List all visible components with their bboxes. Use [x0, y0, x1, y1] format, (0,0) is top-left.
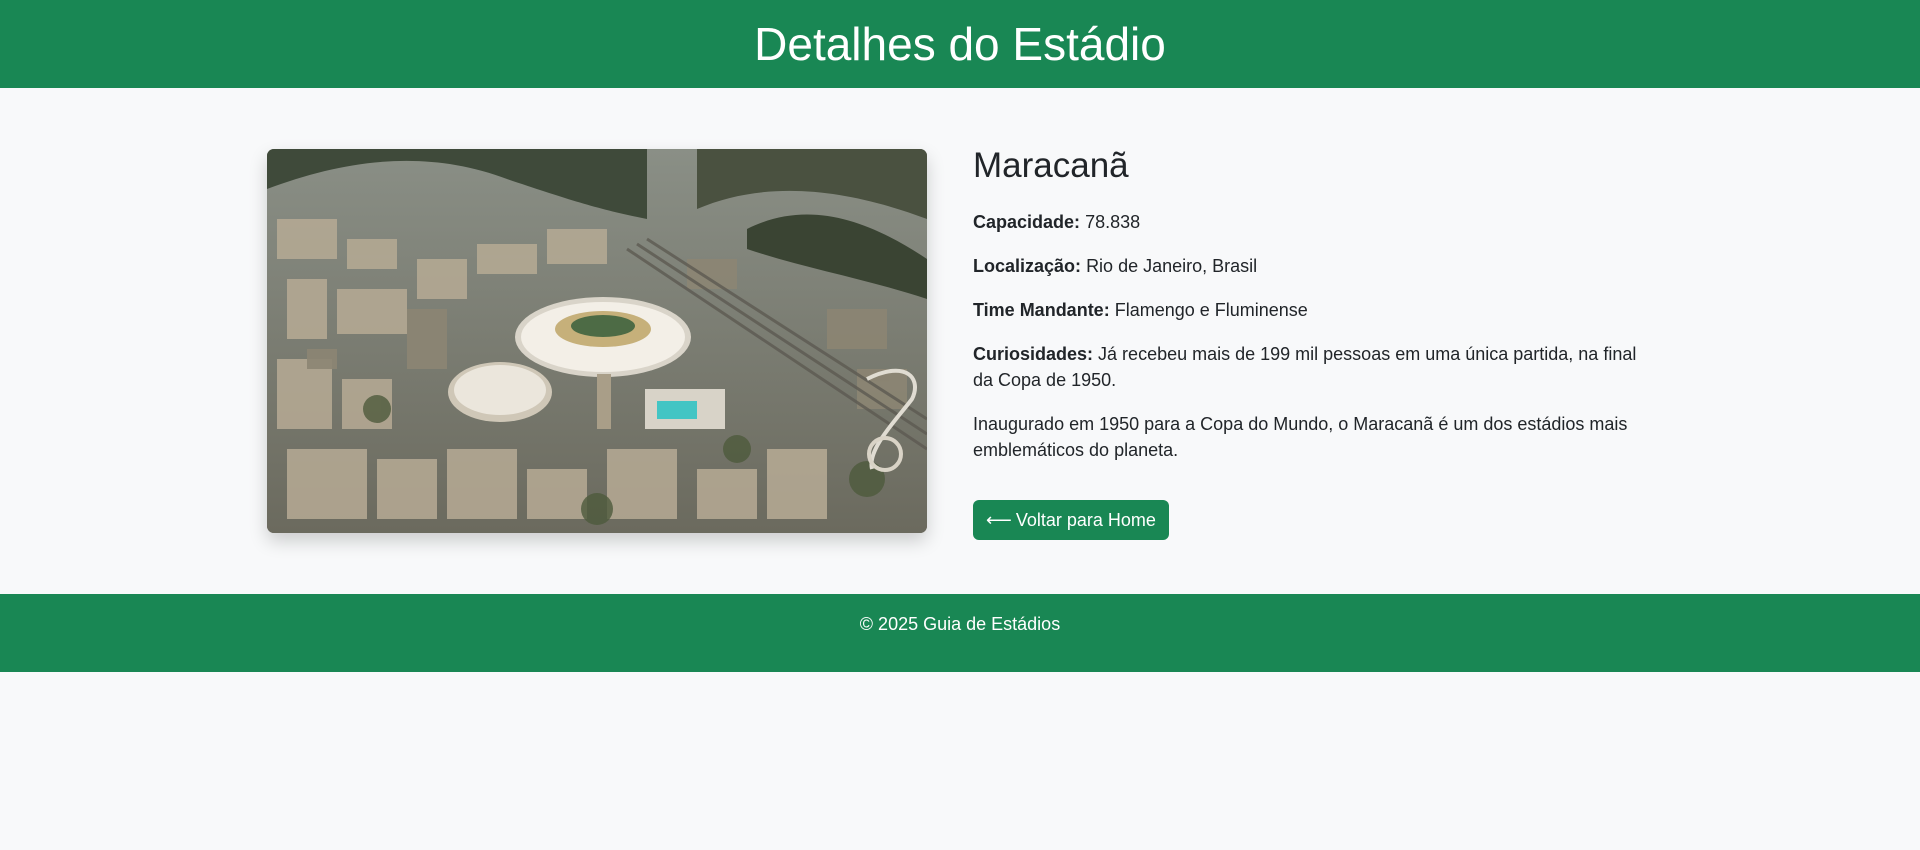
back-home-label: Voltar para Home	[1015, 509, 1156, 530]
capacity-row: Capacidade: 78.838	[973, 209, 1653, 235]
page-footer: © 2025 Guia de Estádios	[0, 594, 1920, 672]
stadium-details: Maracanã Capacidade: 78.838 Localização:…	[973, 145, 1653, 481]
curiosities-label: Curiosidades:	[973, 344, 1094, 364]
location-row: Localização: Rio de Janeiro, Brasil	[973, 253, 1653, 279]
footer-copyright: © 2025 Guia de Estádios	[859, 614, 1061, 634]
location-label: Localização:	[973, 256, 1082, 276]
stadium-aerial-image	[267, 149, 927, 533]
capacity-label: Capacidade:	[973, 212, 1081, 232]
capacity-value: 78.838	[1085, 212, 1141, 232]
location-value: Rio de Janeiro, Brasil	[1086, 256, 1258, 276]
page-title: Detalhes do Estádio	[754, 18, 1166, 70]
home-team-value: Flamengo e Fluminense	[1114, 300, 1308, 320]
stadium-photo	[267, 149, 927, 533]
home-team-row: Time Mandante: Flamengo e Fluminense	[973, 297, 1653, 323]
stadium-name: Maracanã	[973, 146, 1129, 185]
arrow-left-icon: ⟵	[986, 509, 1012, 530]
curiosities-row: Curiosidades: Já recebeu mais de 199 mil…	[973, 341, 1653, 393]
back-home-button[interactable]: ⟵ Voltar para Home	[973, 500, 1169, 540]
stadium-description: Inaugurado em 1950 para a Copa do Mundo,…	[973, 414, 1628, 460]
main-content: Maracanã Capacidade: 78.838 Localização:…	[0, 88, 1920, 594]
page-header: Detalhes do Estádio	[0, 0, 1920, 88]
home-team-label: Time Mandante:	[973, 300, 1110, 320]
